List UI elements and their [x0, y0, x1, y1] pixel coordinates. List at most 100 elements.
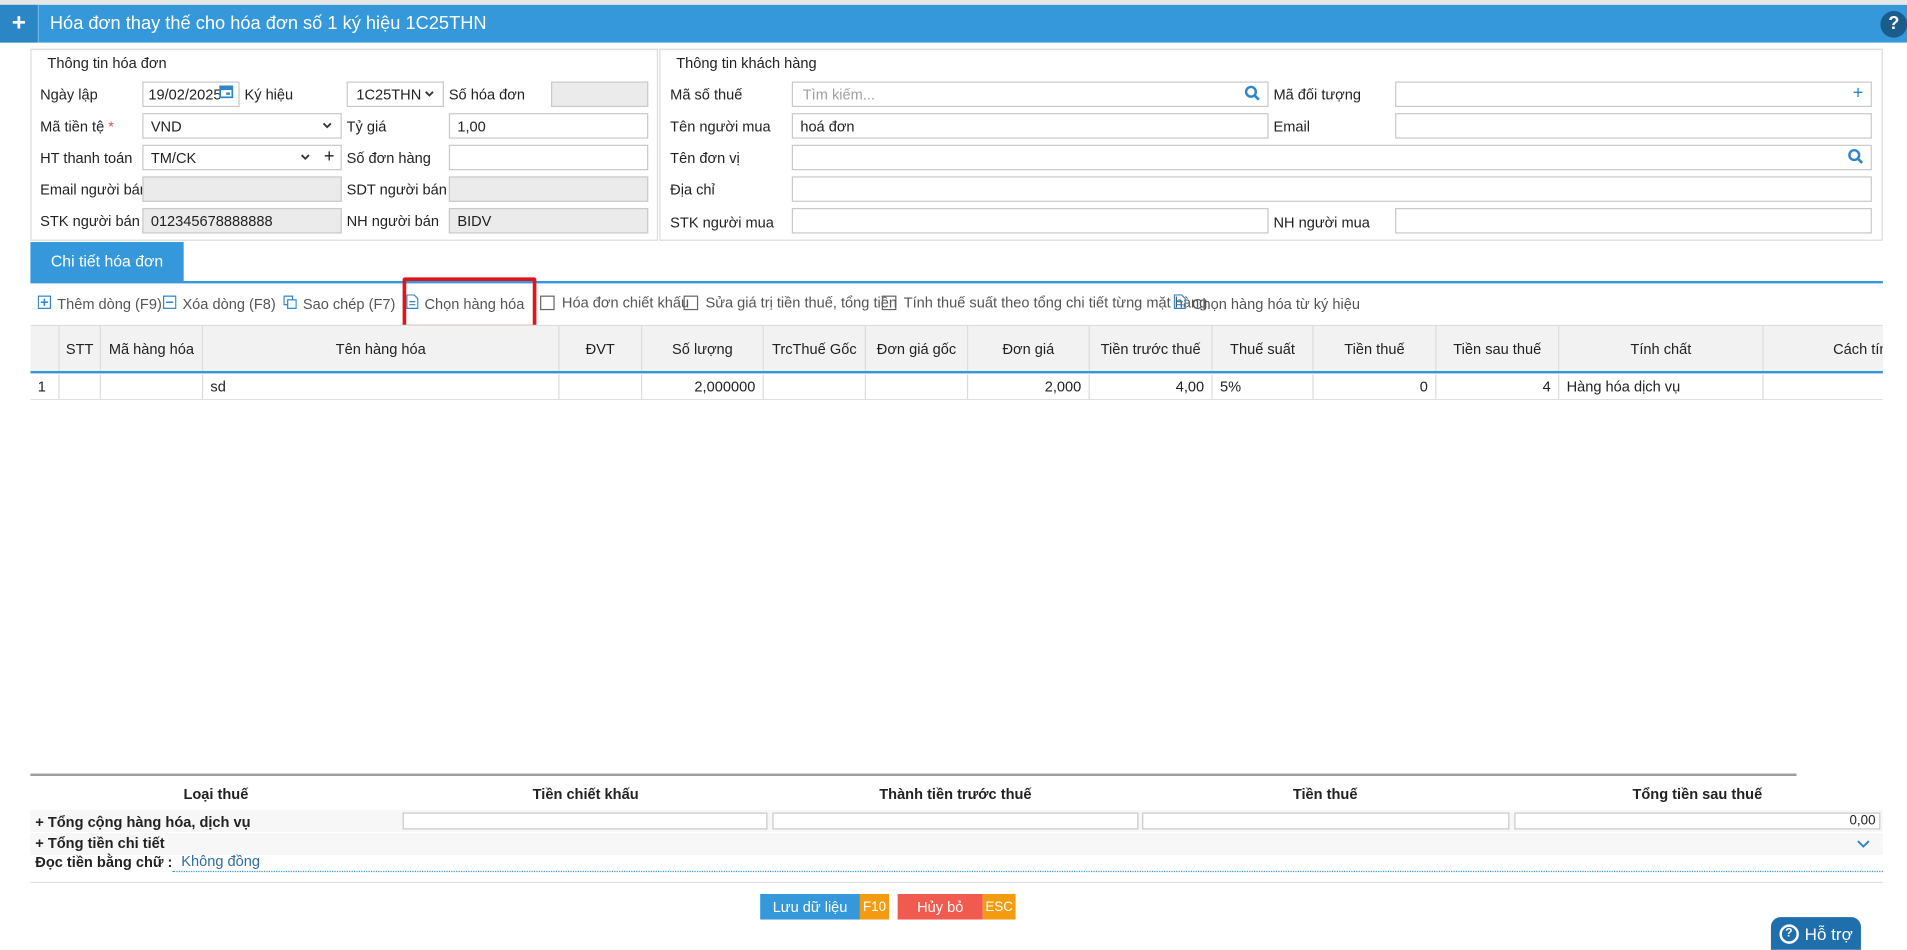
grid-header-cell[interactable]: Tiền thuế [1314, 325, 1437, 371]
minus-square-icon [162, 294, 177, 312]
email-nguoi-ban-field [142, 176, 342, 202]
ngay-lap-value: 19/02/2025 [148, 86, 222, 104]
add-icon[interactable]: + [0, 4, 39, 43]
email-field[interactable] [1395, 113, 1872, 139]
table-cell[interactable] [101, 374, 204, 399]
table-cell[interactable] [559, 374, 643, 399]
ky-hieu-value: 1C25THN [356, 86, 422, 104]
table-cell[interactable]: 5% [1213, 374, 1314, 399]
table-cell[interactable] [60, 374, 101, 399]
table-cell[interactable]: 0 [1314, 374, 1437, 399]
ky-hieu-select[interactable]: 1C25THN [346, 81, 444, 108]
so-don-hang-field[interactable] [448, 144, 649, 171]
thanh-tien-field [772, 812, 1139, 830]
invoice-detail-grid: STT Mã hàng hóa Tên hàng hóa ĐVT Số lượng Trc… [30, 324, 1883, 401]
plus-square-icon [37, 294, 52, 312]
table-cell[interactable] [764, 374, 867, 399]
table-cell[interactable]: 4 [1436, 374, 1560, 399]
table-cell[interactable]: sd [203, 374, 560, 399]
ngay-lap-label: Ngày lập [40, 86, 98, 104]
grid-header-cell[interactable]: Tiền sau thuế [1436, 325, 1560, 371]
grid-header-cell[interactable]: ĐVT [559, 325, 643, 371]
cancel-button[interactable]: Hủy bỏ ESC [897, 893, 1016, 920]
table-cell[interactable]: 2,000 [968, 374, 1090, 399]
ty-gia-field[interactable]: 1,00 [448, 113, 649, 139]
table-cell[interactable] [1764, 375, 1883, 399]
ma-doi-tuong-field[interactable]: + [1395, 81, 1872, 108]
sum-header-tien-thue: Tiền thuế [1292, 785, 1358, 803]
ht-thanh-toan-value: TM/CK [150, 149, 197, 167]
discount-invoice-checkbox[interactable]: Hóa đơn chiết khấu [540, 294, 689, 311]
edit-tax-label: Sửa giá trị tiền thuế, tổng tiền [705, 294, 897, 312]
grid-header-cell[interactable]: Tính chất [1559, 325, 1764, 371]
nh-nguoi-mua-field[interactable] [1395, 207, 1872, 234]
grid-header-cell[interactable]: Thuế suất [1213, 325, 1314, 371]
grid-header-cell[interactable] [30, 325, 60, 371]
stk-nguoi-mua-field[interactable] [791, 207, 1269, 234]
ht-thanh-toan-select[interactable]: TM/CK + [142, 144, 342, 171]
sum-header-thanh-tien: Thành tiền trước thuế [879, 785, 1032, 803]
summary-divider [30, 773, 1797, 776]
support-button[interactable]: ? Hỗ trợ [1770, 917, 1861, 950]
sum-header-loai-thue: Loại thuế [183, 785, 249, 803]
support-label: Hỗ trợ [1804, 923, 1853, 944]
calendar-icon[interactable] [219, 84, 234, 102]
tong-cong-label[interactable]: + Tổng cộng hàng hóa, dịch vụ [35, 814, 250, 831]
so-don-hang-label: Số đơn hàng [346, 149, 431, 167]
tong-tien-chi-tiet-label[interactable]: + Tổng tiền chi tiết [35, 834, 164, 851]
tien-chiet-khau-field [402, 812, 768, 830]
ngay-lap-field[interactable]: 19/02/2025 [142, 81, 240, 108]
tab-chi-tiet-hoa-don[interactable]: Chi tiết hóa đơn [30, 242, 184, 281]
stk-nguoi-ban-label: STK người bán [40, 212, 140, 230]
invoice-info-title: Thông tin hóa đơn [47, 54, 167, 72]
customer-info-title: Thông tin khách hàng [676, 54, 817, 72]
search-icon[interactable] [1848, 148, 1864, 167]
select-goods-by-symbol-label: Chọn hàng hóa từ ký hiệu [1191, 294, 1360, 312]
tong-tien-field: 0,00 [1514, 812, 1881, 830]
edit-tax-checkbox[interactable]: Sửa giá trị tiền thuế, tổng tiền [683, 294, 897, 312]
grid-header-cell[interactable]: STT [60, 325, 101, 371]
table-cell[interactable]: 2,000000 [642, 374, 764, 399]
ten-don-vi-label: Tên đơn vị [670, 149, 740, 167]
stk-nguoi-mua-label: STK người mua [670, 214, 774, 232]
delete-row-button[interactable]: Xóa dòng (F8) [162, 294, 276, 312]
select-goods-by-symbol-button[interactable]: Chọn hàng hóa từ ký hiệu [1173, 294, 1360, 312]
grid-header-cell[interactable]: Cách tín [1764, 326, 1883, 371]
grid-header-cell[interactable]: Số lượng [642, 325, 764, 371]
ma-tien-te-value: VND [150, 117, 182, 136]
delete-row-label: Xóa dòng (F8) [182, 294, 276, 312]
chevron-down-icon[interactable] [1856, 836, 1871, 854]
add-object-icon[interactable]: + [1853, 83, 1864, 104]
copy-button[interactable]: Sao chép (F7) [283, 294, 395, 312]
ma-so-thue-search[interactable]: Tìm kiếm... [791, 81, 1269, 108]
add-row-button[interactable]: Thêm dòng (F9) [37, 294, 162, 312]
help-icon[interactable]: ? [1880, 10, 1907, 38]
highlight-box [402, 277, 537, 329]
title-bar: + Hóa đơn thay thế cho hóa đơn số 1 ký h… [0, 4, 1907, 43]
ten-nguoi-mua-field[interactable]: hoá đơn [791, 113, 1269, 139]
grid-header-cell[interactable]: Mã hàng hóa [101, 325, 204, 371]
table-cell[interactable]: 1 [30, 374, 60, 399]
table-cell[interactable] [866, 374, 969, 399]
email-label: Email [1273, 117, 1310, 136]
grid-header-cell[interactable]: Đơn giá [968, 325, 1090, 371]
ten-don-vi-field[interactable] [791, 144, 1872, 171]
save-button[interactable]: Lưu dữ liệu F10 [760, 893, 890, 920]
checkbox-icon [540, 295, 555, 311]
table-row[interactable]: 1 sd 2,000000 2,000 4,00 5% 0 4 Hàng hóa dịch vụ [30, 374, 1883, 401]
ma-tien-te-select[interactable]: VND [142, 113, 342, 139]
grid-header-cell[interactable]: Đơn giá gốc [866, 325, 969, 371]
table-cell[interactable]: 4,00 [1090, 374, 1213, 399]
table-cell[interactable]: Hàng hóa dịch vụ [1559, 374, 1764, 399]
search-icon[interactable] [1244, 85, 1260, 104]
doc-tien-label: Đọc tiền bằng chữ : [35, 853, 173, 871]
copy-icon [283, 294, 297, 312]
grid-header-cell[interactable]: Tên hàng hóa [203, 325, 560, 371]
add-payment-icon[interactable]: + [324, 146, 335, 167]
grid-header-cell[interactable]: Tiền trước thuế [1090, 325, 1213, 371]
dia-chi-field[interactable] [791, 176, 1872, 202]
calc-tax-rate-checkbox[interactable]: Tính thuế suất theo tổng chi tiết từng m… [881, 294, 1207, 311]
grid-header-cell[interactable]: TrcThuế Gốc [764, 325, 867, 371]
sdt-nguoi-ban-field [448, 176, 649, 202]
checkbox-icon [683, 295, 699, 311]
